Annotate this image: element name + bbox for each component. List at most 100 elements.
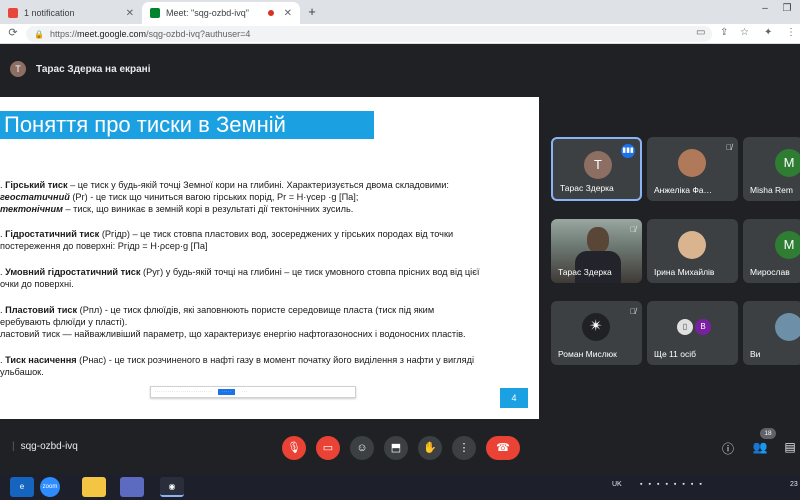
term: Тиск насичення [5,355,77,365]
self-tile[interactable]: Ви [743,301,800,365]
definition: (Pнас) - це тиск розчиненого в нафті газ… [76,355,475,365]
definition: (Pпл) - це тиск флюїдів, які заповнюють … [77,305,435,315]
more-participants-tile[interactable]: ▯ B Ще 11 осіб [647,301,738,365]
divider: | [12,441,15,452]
reactions-button[interactable]: ☺ [350,436,374,460]
presenter-label: Тарас Здерка на екрані [36,63,151,75]
camera-permission-icon[interactable]: ▭ [696,27,705,38]
avatar: ▯ [677,319,693,335]
avatar-photo [775,313,800,341]
address-bar[interactable]: 🔒 https://meet.google.com/sqg-ozbd-ivq?a… [26,26,712,42]
participant-video-tile[interactable]: 🎙̸ Тарас Здерка [551,219,642,283]
definition: – це тиск у будь-якій точці Земної кори … [67,180,449,190]
popup-text: · · · · · · · · · · · · · · · · · · · · … [155,390,212,394]
participant-tile[interactable]: T ▮▮▮ Тарас Здерка [551,137,642,201]
new-tab-button[interactable]: + [304,4,320,20]
tab-meet[interactable]: Meet: "sqg-ozbd-ivq" ✕ [142,2,300,24]
present-screen-button[interactable]: ⬒ [384,436,408,460]
close-icon[interactable]: ✕ [284,8,292,19]
participant-name: Роман Мислюк [558,349,617,359]
menu-dots-icon[interactable]: ⋮ [786,27,796,38]
avatar: T [10,61,26,77]
definition: (Pуг) у будь-якій точці на глибині – це … [140,267,480,277]
raise-hand-button[interactable]: ✋ [418,436,442,460]
url-host: meet.google.com [76,29,147,39]
participant-tile[interactable]: 🎙̸ Анжеліка Фа… [647,137,738,201]
popup-button[interactable]: · · · · · [217,389,236,395]
slide-line: . Гірський тиск – це тиск у будь-якій то… [0,179,449,191]
file-explorer-icon[interactable] [82,477,106,497]
term: тектонічним [0,204,63,214]
participant-tile[interactable]: M Misha Rem [743,137,800,201]
term: Гірський тиск [5,180,68,190]
language-indicator[interactable]: UK [612,481,622,488]
speaking-indicator-icon: ▮▮▮ [621,144,635,158]
participant-count-badge: 18 [760,428,776,439]
url-prefix: https:// [49,29,77,39]
lock-icon[interactable]: 🔒 [34,30,44,39]
slide-line: . Пластовий тиск (Pпл) - це тиск флюїдів… [0,305,435,315]
slide-line: . Умовний гідростатичний тиск (Pуг) у бу… [0,267,480,277]
minimize-button[interactable]: – [754,3,776,14]
slide-line: . Тиск насичення (Pнас) - це тиск розчин… [0,355,475,365]
term: Умовний гідростатичний тиск [5,267,141,277]
tab-notification[interactable]: 1 notification ✕ [0,2,142,24]
participant-name: Misha Rem [750,185,793,195]
participant-name: Ви [750,349,761,359]
app-icon[interactable] [120,477,144,497]
tab-title: Meet: "sqg-ozbd-ivq" [166,8,249,18]
reload-icon[interactable]: ⟳ [6,26,20,39]
restore-button[interactable]: ❐ [776,3,798,14]
mic-toggle-button[interactable]: 🎙 [282,436,306,460]
avatar-photo [678,149,706,177]
participant-tile[interactable]: M Мирослав [743,219,800,283]
chrome-icon[interactable]: ◉ [160,477,184,497]
slide-line: тектонічним – тиск, що виникає в земній … [0,203,353,215]
participant-name: Ірина Михайлів [654,267,715,277]
edge-browser-icon[interactable]: e [10,477,34,497]
os-taskbar: e zoom ◉ UK ▪▪▪▪▪▪▪▪ 23 [0,474,800,500]
info-icon[interactable]: ⓘ [720,440,736,457]
avatar: T [584,151,612,179]
avatar: M [775,231,800,259]
definition: (Pr) - це тиск що чиниться вагою гірськи… [69,192,359,202]
avatar-stack: ▯ B [677,313,717,341]
camera-toggle-button[interactable]: ▭ [316,436,340,460]
slide-line: . Гідростатичний тиск (Pгідр) – це тиск … [0,229,454,239]
zoom-app-icon[interactable]: zoom [40,477,60,497]
leave-call-button[interactable]: ☎ [486,436,520,460]
chat-icon[interactable]: ▤ [782,440,798,454]
definition: – тиск, що виникає в земній корі в резул… [62,204,354,214]
participant-tile[interactable]: Ірина Михайлів [647,219,738,283]
recording-icon [267,10,274,16]
close-icon[interactable]: ✕ [126,8,134,19]
bookmark-star-icon[interactable]: ☆ [740,27,749,38]
avatar: M [775,149,800,177]
popup-link[interactable]: · · · [241,390,246,394]
slide-title: Поняття про тиски в Земній [0,111,374,139]
extensions-icon[interactable]: ✦ [764,27,772,38]
item-number: . [0,180,3,190]
definition: (Pгідр) – це тиск стовпа пластових вод, … [99,229,454,239]
participant-name: Тарас Здерка [558,267,612,277]
compass-avatar-icon: ✴ [582,313,610,341]
share-icon[interactable]: ⇪ [720,27,728,38]
mic-off-icon: 🎙̸ [630,307,636,316]
avatar-photo [678,231,706,259]
participant-tile[interactable]: ✴ 🎙̸ Роман Мислюк [551,301,642,365]
tray-icons[interactable]: ▪▪▪▪▪▪▪▪ [640,481,708,488]
more-options-button[interactable]: ⋮ [452,436,476,460]
meet-favicon-icon [150,8,160,18]
presenter-banner: T Тарас Здерка на екрані [0,56,800,82]
meeting-code-text: sqg-ozbd-ivq [20,441,78,452]
participant-name: Тарас Здерка [560,183,614,193]
tab-title: 1 notification [24,8,75,18]
term: Пластовий тиск [5,305,78,315]
person-head [587,227,609,253]
meeting-code: | sqg-ozbd-ivq [12,441,78,452]
mic-off-icon: 🎙̸ [630,225,636,234]
notification-popup[interactable]: · · · · · · · · · · · · · · · · · · · · … [150,386,356,398]
slide-line: очки до поверхні. [0,279,74,289]
people-icon[interactable]: 👥 [752,440,768,454]
clock[interactable]: 23 [790,481,798,488]
